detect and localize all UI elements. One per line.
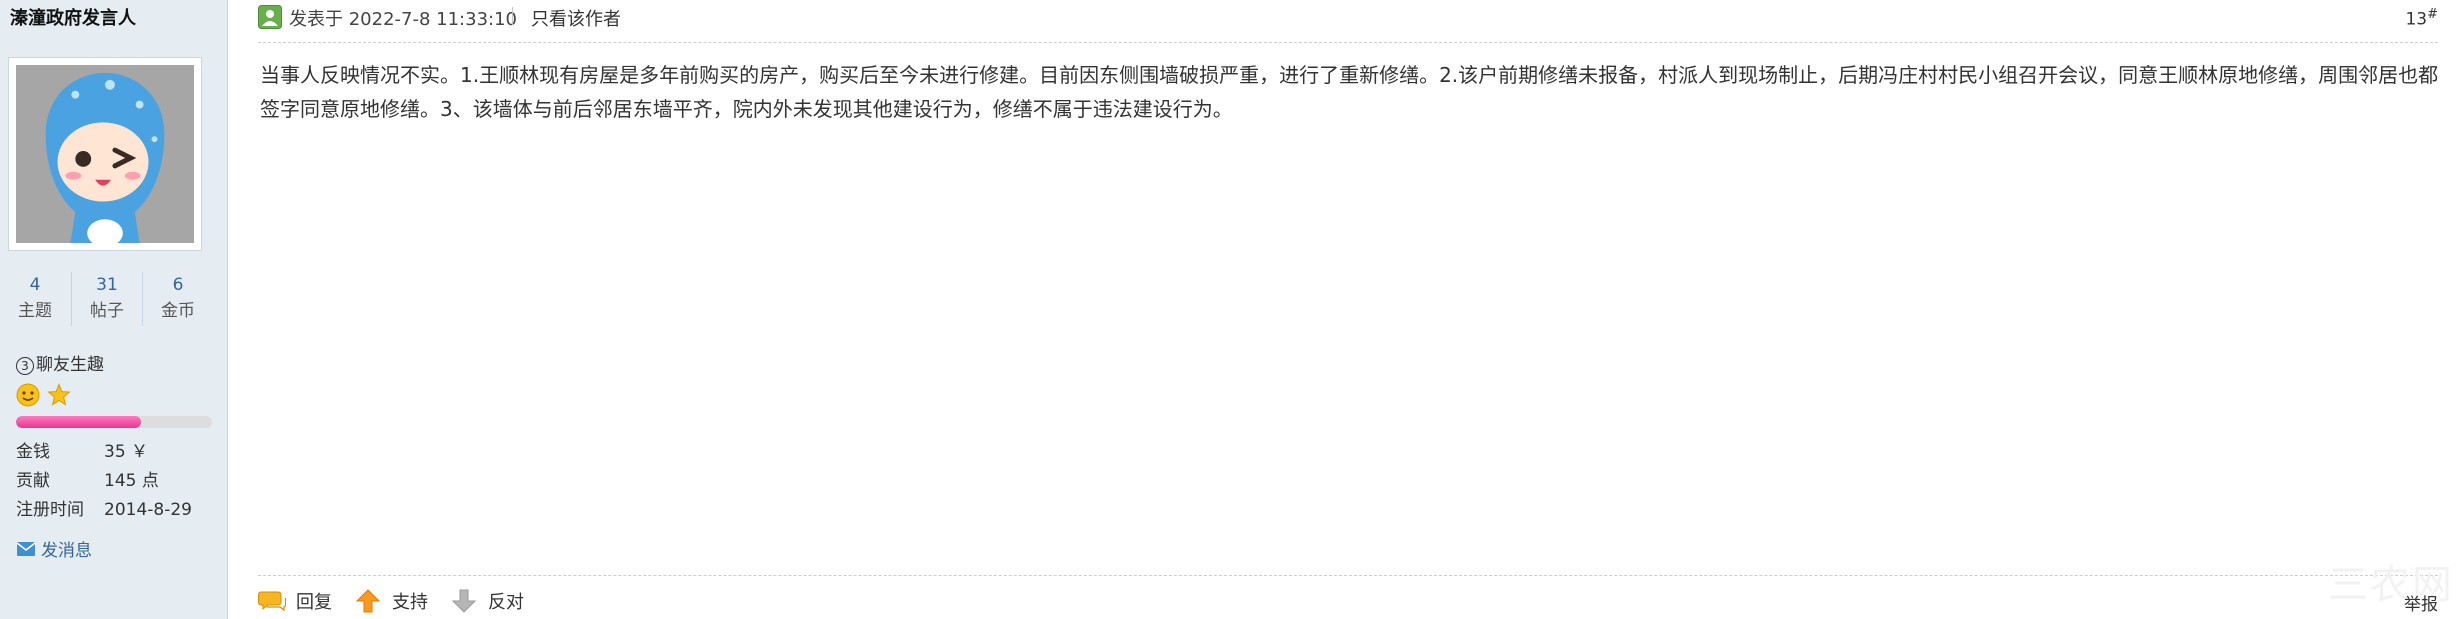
oppose-label[interactable]: 反对 [488, 588, 524, 614]
reply-label[interactable]: 回复 [296, 588, 332, 614]
info-key: 注册时间 [16, 500, 84, 520]
user-info: 金钱 35 ￥ 贡献 145 点 注册时间 2014-8-29 [16, 438, 192, 525]
info-row-register-date: 注册时间 2014-8-29 [16, 496, 192, 525]
moon-face-icon [16, 383, 40, 407]
info-row-contribution: 贡献 145 点 [16, 467, 192, 496]
oppose-button[interactable]: 反对 [450, 588, 524, 614]
footer-divider-line [258, 575, 2438, 576]
group-number: 3 [16, 357, 34, 375]
stat-coins[interactable]: 6 金币 [142, 272, 213, 326]
header-divider-line [258, 42, 2438, 43]
support-button[interactable]: 支持 [354, 588, 428, 614]
header-divider [512, 7, 513, 25]
user-stats: 4 主题 31 帖子 6 金币 [0, 272, 212, 330]
online-status-icon [258, 5, 282, 29]
post-content: 当事人反映情况不实。1.王顺林现有房屋是多年前购买的房产，购买后至今未进行修建。… [260, 63, 2439, 121]
info-key: 金钱 [16, 442, 50, 462]
stat-threads-count[interactable]: 4 [0, 272, 70, 298]
avatar[interactable] [8, 57, 202, 251]
stat-threads-label: 主题 [18, 301, 52, 321]
info-key: 贡献 [16, 471, 50, 491]
floor-number-value[interactable]: 13 [2405, 10, 2427, 30]
info-value: 2014-8-29 [104, 500, 192, 520]
user-sidebar: 溱潼政府发言人 4 主题 31 帖子 6 金币 3 聊友生趣 金钱 35 ￥ 贡… [0, 0, 228, 619]
report-link[interactable]: 举报 [2404, 590, 2438, 615]
avatar-image[interactable] [16, 65, 194, 243]
group-name: 聊友生趣 [36, 355, 104, 375]
level-progress-fill [16, 416, 142, 428]
user-group[interactable]: 3 聊友生趣 [16, 350, 104, 375]
stat-threads[interactable]: 4 主题 [0, 272, 70, 326]
level-icons [16, 383, 73, 407]
star-icon [47, 383, 71, 406]
info-row-money: 金钱 35 ￥ [16, 438, 192, 467]
support-label[interactable]: 支持 [392, 588, 428, 614]
stat-coins-label: 金币 [161, 301, 195, 321]
reply-button[interactable]: 回复 [258, 588, 332, 614]
only-author-link[interactable]: 只看该作者 [531, 5, 621, 31]
level-progress-bar [16, 416, 212, 428]
arrow-up-icon [355, 589, 381, 613]
stat-posts-label: 帖子 [90, 301, 124, 321]
username[interactable]: 溱潼政府发言人 [10, 4, 136, 30]
envelope-icon [16, 541, 36, 556]
send-message-label[interactable]: 发消息 [41, 536, 92, 561]
post-actions: 回复 支持 反对 [258, 588, 546, 614]
post-time: 发表于 2022-7-8 11:33:10 [289, 9, 517, 30]
stat-posts[interactable]: 31 帖子 [71, 272, 142, 326]
floor-number[interactable]: 13# [2405, 7, 2438, 30]
send-message-link[interactable]: 发消息 [16, 536, 92, 561]
arrow-down-icon [451, 589, 477, 613]
stat-posts-count[interactable]: 31 [72, 272, 142, 298]
floor-mark: # [2427, 7, 2438, 22]
info-value: 35 ￥ [104, 442, 149, 462]
stat-coins-count[interactable]: 6 [143, 272, 213, 298]
speech-bubble-icon [258, 591, 286, 612]
info-value: 145 点 [104, 471, 159, 491]
